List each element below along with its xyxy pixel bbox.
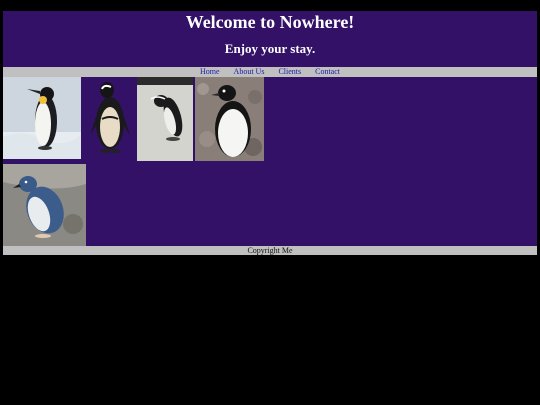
site-footer: Copyright Me bbox=[3, 246, 537, 255]
nav-link-contact[interactable]: Contact bbox=[315, 67, 340, 76]
page-container: Welcome to Nowhere! Enjoy your stay. Hom… bbox=[3, 11, 537, 256]
little-blue-penguin-image bbox=[3, 164, 86, 248]
nav-link-clients[interactable]: Clients bbox=[278, 67, 301, 76]
site-header: Welcome to Nowhere! Enjoy your stay. bbox=[3, 11, 537, 67]
gallery-area bbox=[3, 77, 537, 248]
walking-penguin-image bbox=[137, 77, 193, 161]
page-subtitle: Enjoy your stay. bbox=[224, 41, 316, 56]
nav-link-about-us[interactable]: About Us bbox=[234, 67, 265, 76]
african-penguin-image bbox=[84, 77, 137, 159]
emperor-penguin-image bbox=[3, 77, 81, 159]
adelie-penguin-image bbox=[195, 77, 264, 161]
nav-bar: Home About Us Clients Contact bbox=[3, 67, 537, 77]
page-title: Welcome to Nowhere! bbox=[185, 12, 355, 32]
nav-link-home[interactable]: Home bbox=[200, 67, 220, 76]
